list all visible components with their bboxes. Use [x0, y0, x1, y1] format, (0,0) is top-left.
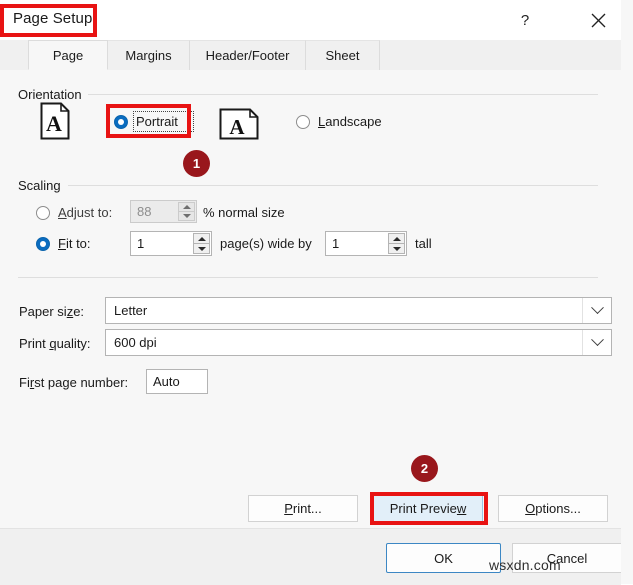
help-icon[interactable]: ? [505, 0, 545, 40]
scaling-group-label: Scaling [18, 178, 66, 193]
annotation-badge-2: 2 [411, 455, 438, 482]
svg-text:A: A [229, 115, 245, 139]
radio-fit-to[interactable] [36, 237, 50, 251]
adjust-to-mnemonic-a: A [58, 205, 67, 220]
tab-page-label: Page [52, 47, 84, 63]
fit-to-tall-value: 1 [332, 236, 340, 251]
print-quality-label-b: uality: [56, 336, 91, 351]
paper-size-value: Letter [114, 303, 148, 318]
tab-sheet-label: Sheet [325, 48, 360, 63]
fit-to-label: Fit to: [58, 236, 91, 251]
paper-size-label: Paper size: [19, 304, 84, 319]
orientation-group-label: Orientation [18, 87, 87, 102]
fit-to-wide-spin-buttons[interactable] [193, 233, 210, 254]
print-quality-chevron-down-icon[interactable] [582, 330, 611, 355]
tab-header-footer-label: Header/Footer [205, 48, 290, 63]
print-button[interactable]: Print... [248, 495, 358, 522]
fit-to-wide-spin-up[interactable] [193, 233, 210, 244]
print-quality-label-a: Print [19, 336, 50, 351]
paper-size-dropdown[interactable]: Letter [105, 297, 612, 324]
options-button[interactable]: Options... [498, 495, 608, 522]
tab-margins-label: Margins [125, 48, 172, 63]
page-tab-panel: Orientation A Portrait A Landscape Scali… [0, 70, 621, 528]
print-quality-mnemonic-q: q [49, 336, 57, 351]
tab-header-footer[interactable]: Header/Footer [190, 40, 306, 70]
fit-to-tall-spin-buttons[interactable] [388, 233, 405, 254]
print-quality-label: Print quality: [19, 336, 91, 351]
adjust-to-label: Adjust to: [58, 205, 112, 220]
first-page-label-b: st page number: [34, 375, 129, 390]
tab-margins[interactable]: Margins [108, 40, 190, 70]
options-button-label: Options... [525, 501, 581, 516]
first-page-number-label: First page number: [19, 375, 128, 390]
paper-size-label-b: e: [73, 304, 85, 319]
adjust-to-text: djust to: [66, 205, 113, 220]
first-page-number-value: Auto [153, 374, 180, 389]
orientation-group-line [88, 94, 598, 95]
fit-to-text: it to: [65, 236, 91, 251]
ok-button-label: OK [434, 550, 453, 566]
landscape-label-text: andscape [325, 114, 382, 129]
fit-to-tall-spin-up[interactable] [388, 233, 405, 244]
scaling-section-divider [18, 277, 598, 278]
radio-adjust-to[interactable] [36, 206, 50, 220]
fit-to-wide-spin-down[interactable] [193, 244, 210, 254]
tab-strip: Page Margins Header/Footer Sheet [0, 40, 621, 71]
help-label: ? [520, 11, 530, 29]
tab-page[interactable]: Page [28, 40, 108, 70]
close-icon[interactable] [578, 0, 618, 40]
print-quality-dropdown[interactable]: 600 dpi [105, 329, 612, 356]
fit-to-tall-text: tall [415, 236, 432, 251]
fit-to-tall-spinner[interactable]: 1 [325, 231, 407, 256]
radio-landscape-label: Landscape [318, 114, 382, 129]
annotation-badge-1: 1 [183, 150, 210, 177]
fit-to-mnemonic-f: F [58, 236, 66, 251]
paper-size-chevron-down-icon[interactable] [582, 298, 611, 323]
ok-button[interactable]: OK [386, 543, 501, 573]
page-setup-dialog: Page Setup ? Page Margins Header/Footer … [0, 0, 622, 585]
adjust-to-spin-up[interactable] [178, 202, 195, 212]
adjust-to-spinner[interactable]: 88 [130, 200, 197, 223]
watermark: wsxdn.com [489, 557, 561, 573]
fit-to-wide-spinner[interactable]: 1 [130, 231, 212, 256]
fit-to-tall-spin-down[interactable] [388, 244, 405, 254]
print-quality-value: 600 dpi [114, 335, 157, 350]
portrait-page-icon: A [40, 102, 70, 143]
annotation-highlight-portrait [106, 104, 191, 138]
scaling-group-line [68, 185, 598, 186]
adjust-to-suffix: % normal size [203, 205, 285, 220]
page-gutter [621, 0, 633, 584]
paper-size-label-a: Paper si [19, 304, 67, 319]
annotation-highlight-title [0, 4, 97, 37]
tab-sheet[interactable]: Sheet [306, 40, 380, 70]
adjust-to-value: 88 [137, 204, 152, 219]
print-button-label: Print... [284, 501, 322, 516]
fit-to-wide-value: 1 [137, 236, 145, 251]
svg-text:A: A [46, 111, 62, 136]
annotation-highlight-print-preview [370, 492, 488, 525]
adjust-to-spin-down[interactable] [178, 212, 195, 221]
first-page-label-a: Fi [19, 375, 30, 390]
fit-to-middle-text: page(s) wide by [220, 236, 312, 251]
adjust-to-spin-buttons[interactable] [178, 202, 195, 221]
radio-landscape[interactable] [296, 115, 310, 129]
first-page-number-input[interactable]: Auto [146, 369, 208, 394]
landscape-page-icon: A [219, 108, 259, 143]
